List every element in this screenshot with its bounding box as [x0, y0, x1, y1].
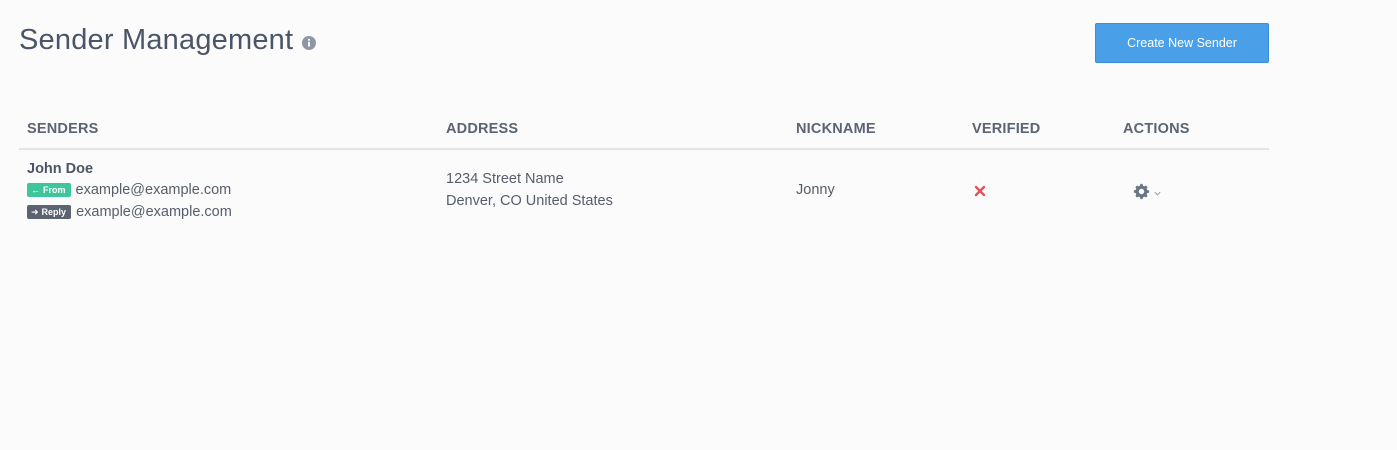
- column-header-actions: ACTIONS: [1123, 121, 1190, 137]
- x-mark-icon: [974, 185, 986, 197]
- sender-nickname: Jonny: [796, 182, 835, 198]
- column-header-address[interactable]: ADDRESS: [446, 121, 518, 137]
- reply-badge: ➜ Reply: [27, 205, 72, 219]
- gear-icon: [1133, 183, 1150, 200]
- from-email: example@example.com: [75, 182, 232, 198]
- sender-name: John Doe: [27, 161, 94, 177]
- info-icon[interactable]: [302, 35, 317, 50]
- page-title: Sender Management: [19, 24, 317, 57]
- address-line-1: 1234 Street Name: [446, 171, 564, 187]
- column-header-senders[interactable]: SENDERS: [27, 121, 99, 137]
- create-new-sender-button[interactable]: Create New Sender: [1095, 23, 1269, 63]
- page-title-text: Sender Management: [19, 24, 294, 56]
- table-row: John Doe ← From example@example.com ➜ Re…: [19, 150, 1269, 230]
- from-email-line: ← From example@example.com: [27, 182, 231, 198]
- column-header-verified[interactable]: VERIFIED: [972, 121, 1040, 137]
- senders-table-header: SENDERS ADDRESS NICKNAME VERIFIED ACTION…: [19, 110, 1269, 150]
- chevron-down-icon: [1154, 191, 1161, 196]
- column-header-nickname[interactable]: NICKNAME: [796, 121, 876, 137]
- sender-management-page: Sender Management Create New Sender SEND…: [0, 0, 1397, 450]
- actions-menu-button[interactable]: [1133, 183, 1162, 200]
- arrow-right-icon: ➜: [31, 207, 39, 217]
- address-line-2: Denver, CO United States: [446, 193, 613, 209]
- arrow-left-icon: ←: [31, 185, 40, 195]
- reply-badge-label: Reply: [41, 207, 67, 217]
- from-badge: ← From: [27, 183, 71, 197]
- reply-email-line: ➜ Reply example@example.com: [27, 204, 232, 220]
- reply-email: example@example.com: [76, 204, 232, 220]
- from-badge-label: From: [43, 185, 66, 195]
